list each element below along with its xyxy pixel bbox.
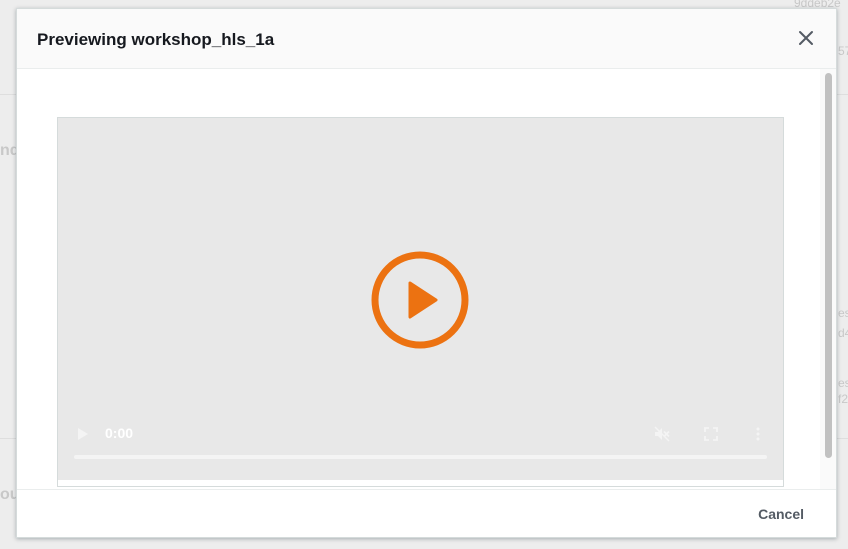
background-text: 57	[838, 44, 848, 58]
modal-footer: Cancel	[17, 489, 836, 537]
video-surface[interactable]: 0:00	[58, 118, 783, 480]
fullscreen-icon[interactable]	[703, 426, 719, 442]
preview-modal: Previewing workshop_hls_1a 0:00 Cancel	[16, 8, 837, 538]
progress-bar[interactable]	[74, 455, 767, 459]
more-vertical-icon[interactable]	[750, 426, 766, 442]
scrollbar[interactable]	[820, 69, 836, 489]
play-circle-icon[interactable]	[370, 250, 470, 350]
modal-header: Previewing workshop_hls_1a	[17, 9, 836, 69]
video-controls: 0:00	[58, 414, 783, 480]
background-text: es	[838, 306, 848, 320]
background-text: d4	[838, 326, 848, 340]
close-icon[interactable]	[796, 28, 816, 48]
volume-muted-icon[interactable]	[654, 426, 670, 442]
play-icon[interactable]	[76, 427, 90, 441]
scrollbar-thumb[interactable]	[825, 73, 832, 458]
background-text: f2	[838, 392, 848, 406]
modal-body: 0:00	[17, 69, 836, 489]
background-text: es	[838, 376, 848, 390]
video-player: 0:00	[57, 117, 784, 487]
time-display: 0:00	[105, 425, 134, 441]
modal-title: Previewing workshop_hls_1a	[37, 30, 275, 49]
cancel-button[interactable]: Cancel	[750, 502, 812, 526]
